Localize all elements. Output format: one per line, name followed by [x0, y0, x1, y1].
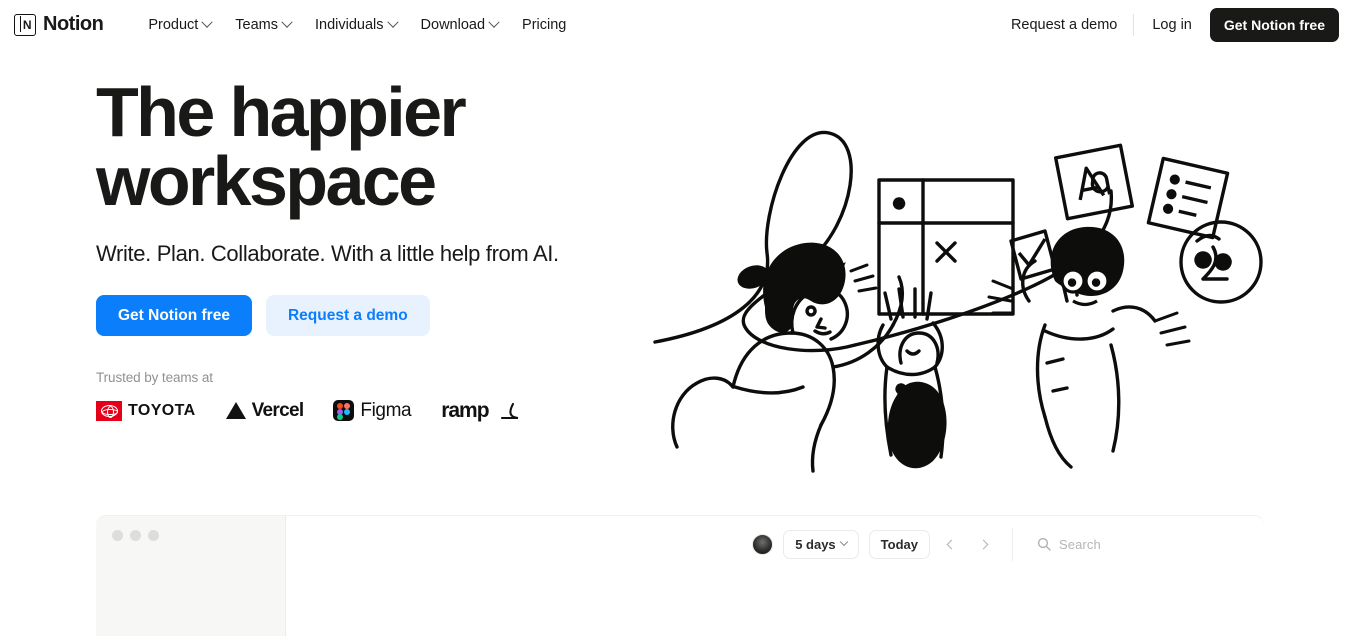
chevron-down-icon	[488, 16, 500, 28]
nav-item-teams[interactable]: Teams	[235, 16, 293, 33]
logo-vercel: Vercel	[225, 399, 305, 422]
logo-ramp: ramp	[441, 399, 520, 423]
chevron-right-icon	[978, 539, 988, 549]
nav-label: Product	[148, 16, 199, 33]
figma-icon	[333, 400, 355, 422]
nav-label: Teams	[235, 16, 279, 33]
ramp-swoosh-icon	[500, 402, 518, 419]
hero-title-line-2: workspace	[96, 142, 437, 221]
range-selector-button[interactable]: 5 days	[783, 529, 859, 559]
get-notion-free-button[interactable]: Get Notion free	[1209, 7, 1339, 42]
logo-label: Vercel	[251, 399, 305, 421]
chevron-down-icon	[281, 16, 293, 28]
nav-label: Download	[420, 16, 486, 33]
logo-label: TOYOTA	[128, 401, 196, 419]
hero-cta-row: Get Notion free Request a demo	[96, 294, 616, 336]
logo-label: ramp	[441, 398, 489, 422]
notion-logo-letter: N	[22, 17, 32, 32]
nav-item-individuals[interactable]: Individuals	[315, 16, 399, 33]
logo-toyota: TOYOTA	[96, 400, 196, 421]
site-header: N Notion Product Teams Individuals Downl…	[0, 0, 1353, 49]
search-field[interactable]: Search	[1012, 527, 1264, 561]
notion-logo[interactable]: N Notion	[14, 13, 104, 36]
primary-nav: Product Teams Individuals Download Prici…	[148, 16, 566, 33]
login-link[interactable]: Log in	[1134, 17, 1210, 33]
window-traffic-lights	[112, 530, 269, 541]
notion-mark-icon: N	[14, 13, 36, 36]
request-demo-link[interactable]: Request a demo	[1011, 17, 1133, 33]
brand-name: Notion	[43, 13, 104, 35]
chevron-down-icon	[386, 16, 399, 28]
header-actions: Request a demo Log in Get Notion free	[1011, 7, 1339, 42]
user-avatar[interactable]	[752, 533, 774, 555]
hero-get-notion-free-button[interactable]: Get Notion free	[96, 294, 252, 336]
hero-request-demo-button[interactable]: Request a demo	[265, 294, 430, 336]
hero-subtitle: Write. Plan. Collaborate. With a little …	[96, 240, 559, 266]
window-close-dot[interactable]	[112, 530, 123, 541]
app-main-area: 5 days Today Search	[286, 516, 1264, 636]
app-toolbar: 5 days Today Search	[286, 516, 1264, 562]
hero-title-line-1: The happier	[96, 73, 467, 151]
window-minimize-dot[interactable]	[130, 530, 141, 541]
previous-period-button[interactable]	[940, 531, 962, 557]
today-button[interactable]: Today	[868, 529, 930, 559]
chevron-down-icon	[839, 537, 848, 547]
trusted-by-label: Trusted by teams at	[96, 369, 213, 385]
vercel-triangle-icon	[225, 402, 246, 420]
logo-label: Figma	[360, 399, 412, 421]
next-period-button[interactable]	[972, 531, 994, 557]
hero-illustration	[653, 131, 1263, 473]
logo-figma: Figma	[333, 399, 412, 422]
search-placeholder: Search	[1059, 536, 1101, 552]
page-title: The happier workspace	[96, 73, 616, 221]
window-maximize-dot[interactable]	[148, 530, 159, 541]
chevron-down-icon	[201, 16, 213, 28]
app-window-mockup: 5 days Today Search	[96, 516, 1264, 636]
app-sidebar	[96, 516, 286, 636]
chevron-left-icon	[946, 539, 956, 549]
hero-section: The happier workspace Write. Plan. Colla…	[96, 73, 616, 423]
toyota-icon	[96, 400, 122, 421]
range-selector-label: 5 days	[795, 536, 836, 552]
nav-item-pricing[interactable]: Pricing	[522, 17, 566, 33]
nav-item-download[interactable]: Download	[420, 16, 500, 33]
nav-item-product[interactable]: Product	[148, 16, 213, 33]
nav-label: Individuals	[315, 16, 384, 33]
nav-label: Pricing	[522, 16, 567, 33]
customer-logo-row: TOYOTA Vercel Figma ramp	[96, 399, 616, 423]
